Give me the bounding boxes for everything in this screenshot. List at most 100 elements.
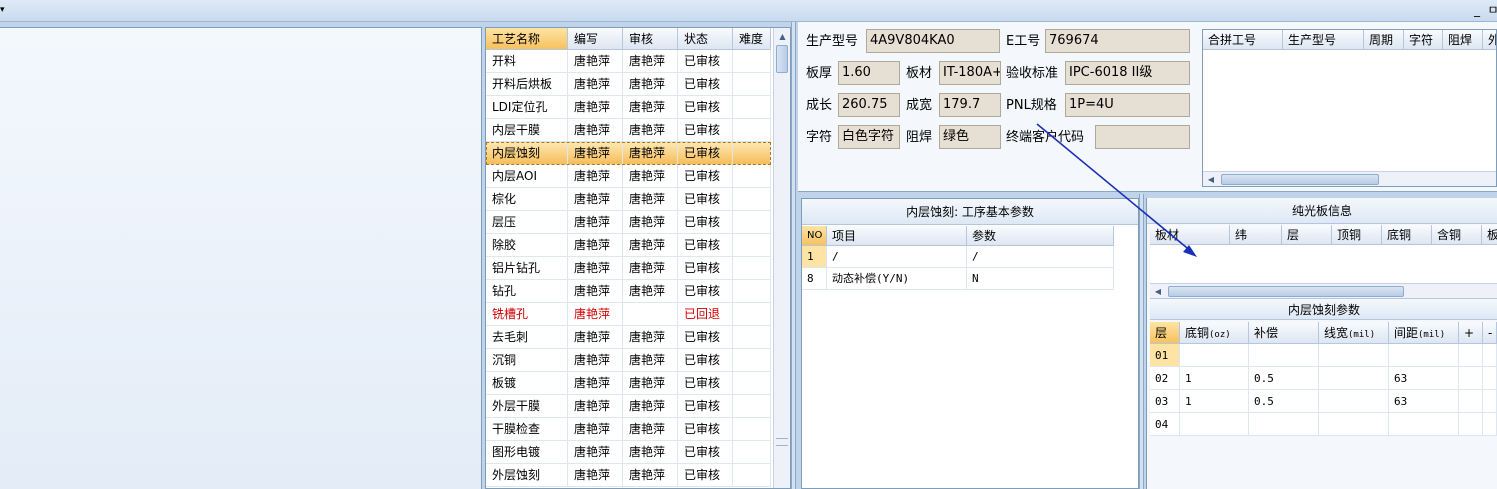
customer-code-field[interactable] xyxy=(1095,125,1190,149)
difficulty-cell[interactable] xyxy=(733,96,771,119)
reviewer-cell[interactable]: 唐艳萍 xyxy=(623,50,678,73)
column-header-copper-content[interactable]: 含铜 xyxy=(1432,225,1482,245)
status-cell[interactable]: 已审核 xyxy=(678,142,733,165)
reviewer-cell[interactable] xyxy=(623,303,678,326)
writer-cell[interactable]: 唐艳萍 xyxy=(568,441,623,464)
status-cell[interactable]: 已审核 xyxy=(678,211,733,234)
layer-cell[interactable]: 03 xyxy=(1150,390,1180,413)
process-name-cell[interactable]: 铣槽孔 xyxy=(486,303,568,326)
minus-cell[interactable] xyxy=(1483,367,1497,390)
writer-cell[interactable]: 唐艳萍 xyxy=(568,234,623,257)
writer-cell[interactable]: 唐艳萍 xyxy=(568,119,623,142)
vertical-splitter-lower[interactable] xyxy=(1139,194,1144,489)
spacing-cell[interactable]: 63 xyxy=(1389,390,1459,413)
writer-cell[interactable]: 唐艳萍 xyxy=(568,349,623,372)
plus-cell[interactable] xyxy=(1459,367,1483,390)
table-row[interactable]: 除胶 唐艳萍 唐艳萍 已审核 xyxy=(486,234,771,257)
process-name-cell[interactable]: LDI定位孔 xyxy=(486,96,568,119)
reviewer-cell[interactable]: 唐艳萍 xyxy=(623,73,678,96)
status-cell[interactable]: 已审核 xyxy=(678,441,733,464)
spacing-cell[interactable] xyxy=(1389,344,1459,367)
status-cell[interactable]: 已回退 xyxy=(678,303,733,326)
column-header-model[interactable]: 生产型号 xyxy=(1283,30,1364,50)
table-row[interactable]: 04 xyxy=(1150,413,1497,436)
difficulty-cell[interactable] xyxy=(733,234,771,257)
table-row[interactable]: 外层蚀刻 唐艳萍 唐艳萍 已审核 xyxy=(486,464,771,487)
compensation-cell[interactable]: 0.5 xyxy=(1249,390,1319,413)
scrollbar-thumb[interactable] xyxy=(1168,286,1404,297)
column-header-bottom-copper[interactable]: 底铜 xyxy=(1382,225,1432,245)
table-row[interactable]: 1// xyxy=(802,246,1114,268)
difficulty-cell[interactable] xyxy=(733,418,771,441)
bare-board-horizontal-scrollbar[interactable]: ◀ xyxy=(1150,283,1497,299)
difficulty-cell[interactable] xyxy=(733,188,771,211)
spacing-cell[interactable] xyxy=(1389,413,1459,436)
table-row[interactable]: 图形电镀 唐艳萍 唐艳萍 已审核 xyxy=(486,441,771,464)
column-header-spacing[interactable]: 间距(mil) xyxy=(1389,322,1459,344)
reviewer-cell[interactable]: 唐艳萍 xyxy=(623,280,678,303)
table-row[interactable]: 8 动态补偿(Y/N) N xyxy=(802,268,1114,290)
plus-cell[interactable] xyxy=(1459,390,1483,413)
restore-icon[interactable]: ㅁ xyxy=(1486,2,1497,18)
status-cell[interactable]: 已审核 xyxy=(678,280,733,303)
process-grid-vertical-scrollbar[interactable]: ▲ xyxy=(773,28,790,488)
difficulty-cell[interactable] xyxy=(733,395,771,418)
pnl-field[interactable]: 1P=4U xyxy=(1065,93,1190,117)
writer-cell[interactable]: 唐艳萍 xyxy=(568,372,623,395)
reviewer-cell[interactable]: 唐艳萍 xyxy=(623,211,678,234)
table-row[interactable]: 开料 唐艳萍 唐艳萍 已审核 xyxy=(486,50,771,73)
reviewer-cell[interactable]: 唐艳萍 xyxy=(623,418,678,441)
standard-field[interactable]: IPC-6018 II级 xyxy=(1065,61,1190,85)
minus-cell[interactable] xyxy=(1483,344,1497,367)
difficulty-cell[interactable] xyxy=(733,211,771,234)
column-header-outer[interactable]: 外 xyxy=(1483,30,1496,50)
column-header-solder-mask[interactable]: 阻焊 xyxy=(1443,30,1483,50)
status-cell[interactable]: 已审核 xyxy=(678,119,733,142)
length-field[interactable]: 260.75 xyxy=(838,93,900,117)
table-row[interactable]: 02 1 0.5 63 xyxy=(1150,367,1497,390)
column-header-difficulty[interactable]: 难度 xyxy=(733,28,771,50)
writer-cell[interactable]: 唐艳萍 xyxy=(568,280,623,303)
solder-mask-field[interactable]: 绿色 xyxy=(939,125,1001,149)
reviewer-cell[interactable]: 唐艳萍 xyxy=(623,142,678,165)
column-header-line-width[interactable]: 线宽(mil) xyxy=(1319,322,1389,344)
status-cell[interactable]: 已审核 xyxy=(678,418,733,441)
status-cell[interactable]: 已审核 xyxy=(678,257,733,280)
layer-cell[interactable]: 02 xyxy=(1150,367,1180,390)
status-cell[interactable]: 已审核 xyxy=(678,50,733,73)
column-header-item[interactable]: 项目 xyxy=(827,226,967,246)
reviewer-cell[interactable]: 唐艳萍 xyxy=(623,257,678,280)
reviewer-cell[interactable]: 唐艳萍 xyxy=(623,464,678,487)
writer-cell[interactable]: 唐艳萍 xyxy=(568,303,623,326)
minus-cell[interactable] xyxy=(1483,390,1497,413)
param-no-cell[interactable]: 8 xyxy=(802,268,827,290)
param-value-cell[interactable]: N xyxy=(967,268,1114,290)
writer-cell[interactable]: 唐艳萍 xyxy=(568,395,623,418)
status-cell[interactable]: 已审核 xyxy=(678,326,733,349)
process-name-cell[interactable]: 沉铜 xyxy=(486,349,568,372)
table-row[interactable]: 03 1 0.5 63 xyxy=(1150,390,1497,413)
status-cell[interactable]: 已审核 xyxy=(678,395,733,418)
reviewer-cell[interactable]: 唐艳萍 xyxy=(623,119,678,142)
status-cell[interactable]: 已审核 xyxy=(678,234,733,257)
writer-cell[interactable]: 唐艳萍 xyxy=(568,464,623,487)
param-no-cell[interactable]: 1 xyxy=(802,246,827,268)
vertical-splitter[interactable] xyxy=(791,22,796,489)
process-name-cell[interactable]: 内层AOI xyxy=(486,165,568,188)
column-header-silkscreen[interactable]: 字符 xyxy=(1404,30,1443,50)
process-name-cell[interactable]: 去毛刺 xyxy=(486,326,568,349)
writer-cell[interactable]: 唐艳萍 xyxy=(568,96,623,119)
scroll-left-icon[interactable]: ◀ xyxy=(1150,284,1166,299)
column-header-status[interactable]: 状态 xyxy=(678,28,733,50)
minimize-icon[interactable]: _ xyxy=(1470,2,1484,18)
difficulty-cell[interactable] xyxy=(733,303,771,326)
column-header-param[interactable]: 参数 xyxy=(967,226,1114,246)
column-header-top-copper[interactable]: 顶铜 xyxy=(1332,225,1382,245)
scrollbar-thumb[interactable] xyxy=(1221,174,1379,185)
status-cell[interactable]: 已审核 xyxy=(678,349,733,372)
writer-cell[interactable]: 唐艳萍 xyxy=(568,326,623,349)
plus-cell[interactable] xyxy=(1459,344,1483,367)
difficulty-cell[interactable] xyxy=(733,50,771,73)
layer-cell[interactable]: 01 xyxy=(1150,344,1180,367)
param-value-cell[interactable]: / xyxy=(967,246,1114,268)
